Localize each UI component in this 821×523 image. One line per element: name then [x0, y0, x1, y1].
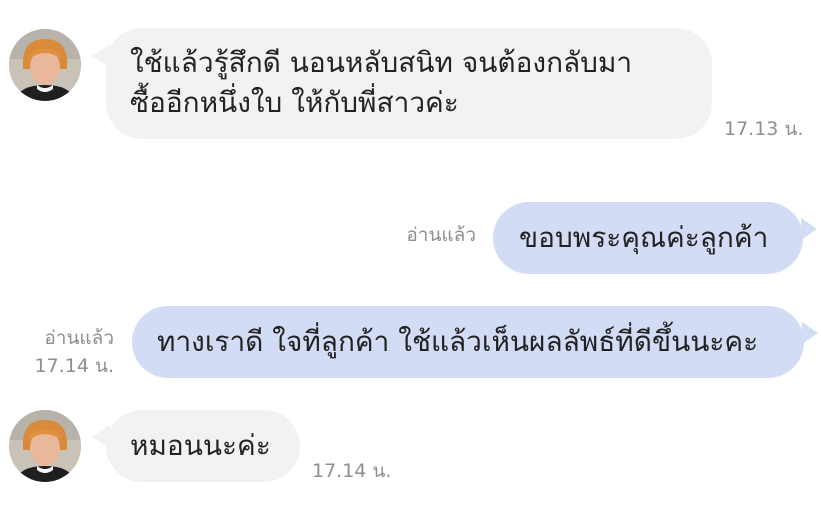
- message-text-line: ใช้แล้วรู้สึกดี นอนหลับสนิท จนต้องกลับมา: [130, 46, 633, 79]
- message-text: ทางเราดี ใจที่ลูกค้า ใช้แล้วเห็นผลลัพธ์ท…: [157, 325, 759, 358]
- message-bubble-incoming[interactable]: ใช้แล้วรู้สึกดี นอนหลับสนิท จนต้องกลับมา…: [106, 28, 712, 139]
- bubble-tail: [802, 322, 818, 344]
- message-timestamp: 17.14 น.: [312, 460, 392, 482]
- message-text-line: ซื้ออีกหนึ่งใบ ให้กับพี่สาวค่ะ: [130, 86, 459, 119]
- message-text: หมอนนะค่ะ: [130, 429, 271, 462]
- chat-thread: ใช้แล้วรู้สึกดี นอนหลับสนิท จนต้องกลับมา…: [0, 0, 821, 523]
- contact-avatar[interactable]: [9, 29, 81, 101]
- message-bubble-outgoing[interactable]: ขอบพระคุณค่ะลูกค้า: [493, 202, 803, 274]
- message-text: ขอบพระคุณค่ะลูกค้า: [519, 221, 769, 254]
- message-timestamp: 17.14 น.: [34, 355, 114, 377]
- message-bubble-incoming[interactable]: หมอนนะค่ะ: [106, 410, 300, 482]
- message-timestamp: 17.13 น.: [724, 118, 804, 140]
- contact-avatar[interactable]: [9, 410, 81, 482]
- read-receipt: อ่านแล้ว: [44, 327, 114, 349]
- read-receipt: อ่านแล้ว: [406, 224, 476, 246]
- message-bubble-outgoing[interactable]: ทางเราดี ใจที่ลูกค้า ใช้แล้วเห็นผลลัพธ์ท…: [132, 306, 804, 378]
- bubble-tail: [801, 218, 817, 240]
